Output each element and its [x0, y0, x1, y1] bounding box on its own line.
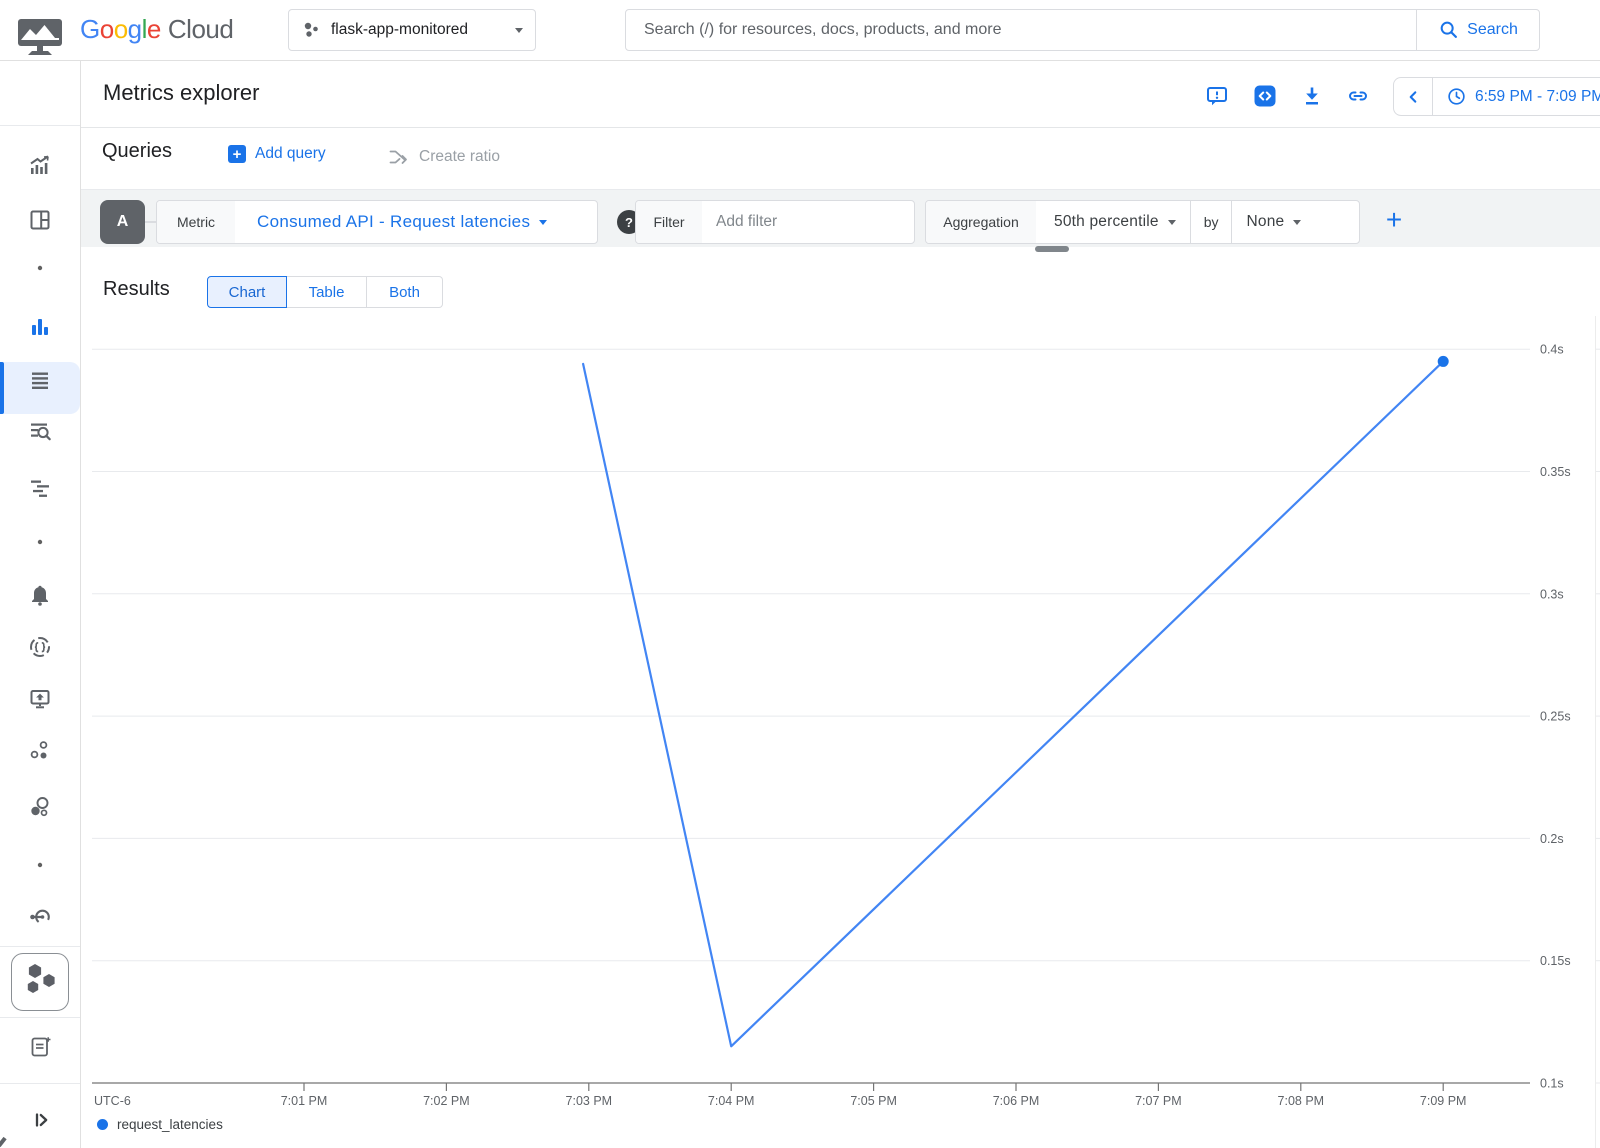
x-tick-label: 7:05 PM: [850, 1094, 897, 1108]
latency-line-chart[interactable]: 0.4s 0.35s 0.3s 0.25s 0.2s 0.15s 0.1s 7:01 PM 7:…: [0, 0, 1600, 1148]
x-tick-label: 7:07 PM: [1135, 1094, 1182, 1108]
legend-dot: [97, 1119, 108, 1130]
legend-label: request_latencies: [117, 1117, 223, 1132]
x-tick-label: 7:09 PM: [1420, 1094, 1467, 1108]
x-tick-label: 7:08 PM: [1278, 1094, 1325, 1108]
y-tick-label: 0.3s: [1540, 587, 1564, 601]
y-tick-label: 0.4s: [1540, 343, 1564, 357]
series-end-dot: [1438, 356, 1449, 367]
legend-item[interactable]: request_latencies: [97, 1117, 223, 1132]
y-tick-label: 0.35s: [1540, 465, 1571, 479]
x-tick-label: 7:03 PM: [566, 1094, 613, 1108]
series-line: [583, 361, 1443, 1046]
timezone-label: UTC-6: [94, 1094, 131, 1108]
x-tick-label: 7:02 PM: [423, 1094, 470, 1108]
x-tick-label: 7:01 PM: [281, 1094, 328, 1108]
x-tick-label: 7:06 PM: [993, 1094, 1040, 1108]
x-tick-label: 7:04 PM: [708, 1094, 755, 1108]
y-tick-label: 0.15s: [1540, 954, 1571, 968]
y-tick-label: 0.1s: [1540, 1077, 1564, 1091]
y-tick-label: 0.2s: [1540, 832, 1564, 846]
y-tick-label: 0.25s: [1540, 710, 1571, 724]
